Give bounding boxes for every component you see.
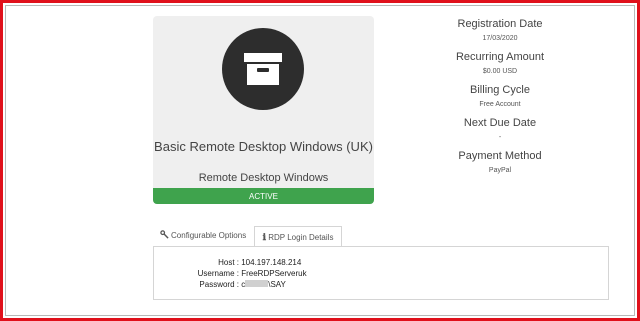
archive-box-icon — [222, 28, 304, 110]
rdp-login-panel: Host : 104.197.148.214 Username : FreeRD… — [153, 246, 609, 300]
billing-cycle-label: Billing Cycle — [470, 84, 530, 96]
password-value-suffix: \SAY — [268, 280, 286, 289]
status-badge: ACTIVE — [153, 188, 374, 204]
product-group: Remote Desktop Windows — [198, 172, 329, 184]
product-card: Basic Remote Desktop Windows (UK) Remote… — [153, 16, 374, 204]
billing-cycle-value: Free Account — [479, 101, 521, 108]
product-name: Basic Remote Desktop Windows (UK) — [154, 139, 373, 154]
host-label: Host : — [218, 258, 239, 267]
tab-rdp-login-details[interactable]: ℹ RDP Login Details — [254, 226, 342, 247]
registration-date-value: 17/03/2020 — [482, 35, 518, 42]
username-row: Username : FreeRDPServeruk — [154, 269, 454, 278]
next-due-date-value: - — [498, 134, 502, 141]
password-row: Password : c \SAY — [154, 280, 454, 289]
password-redaction — [245, 280, 269, 288]
host-row: Host : 104.197.148.214 — [154, 258, 454, 267]
password-label: Password : — [199, 280, 239, 289]
wrench-icon — [160, 230, 171, 240]
payment-method-value: PayPal — [488, 167, 512, 174]
recurring-amount-value: $0.00 USD — [482, 68, 518, 75]
registration-date-label: Registration Date — [457, 18, 543, 30]
tab-configurable-options[interactable]: Configurable Options — [153, 226, 253, 247]
username-value: FreeRDPServeruk — [241, 269, 307, 278]
next-due-date-label: Next Due Date — [463, 117, 537, 129]
tab-rdp-login-details-label: RDP Login Details — [268, 233, 334, 242]
info-icon: ℹ — [262, 232, 266, 242]
service-info-list: Registration Date 17/03/2020 Recurring A… — [429, 17, 571, 182]
recurring-amount-label: Recurring Amount — [455, 51, 545, 63]
tab-configurable-options-label: Configurable Options — [171, 231, 247, 240]
host-value: 104.197.148.214 — [241, 258, 302, 267]
payment-method-label: Payment Method — [458, 150, 542, 162]
username-label: Username : — [197, 269, 239, 278]
